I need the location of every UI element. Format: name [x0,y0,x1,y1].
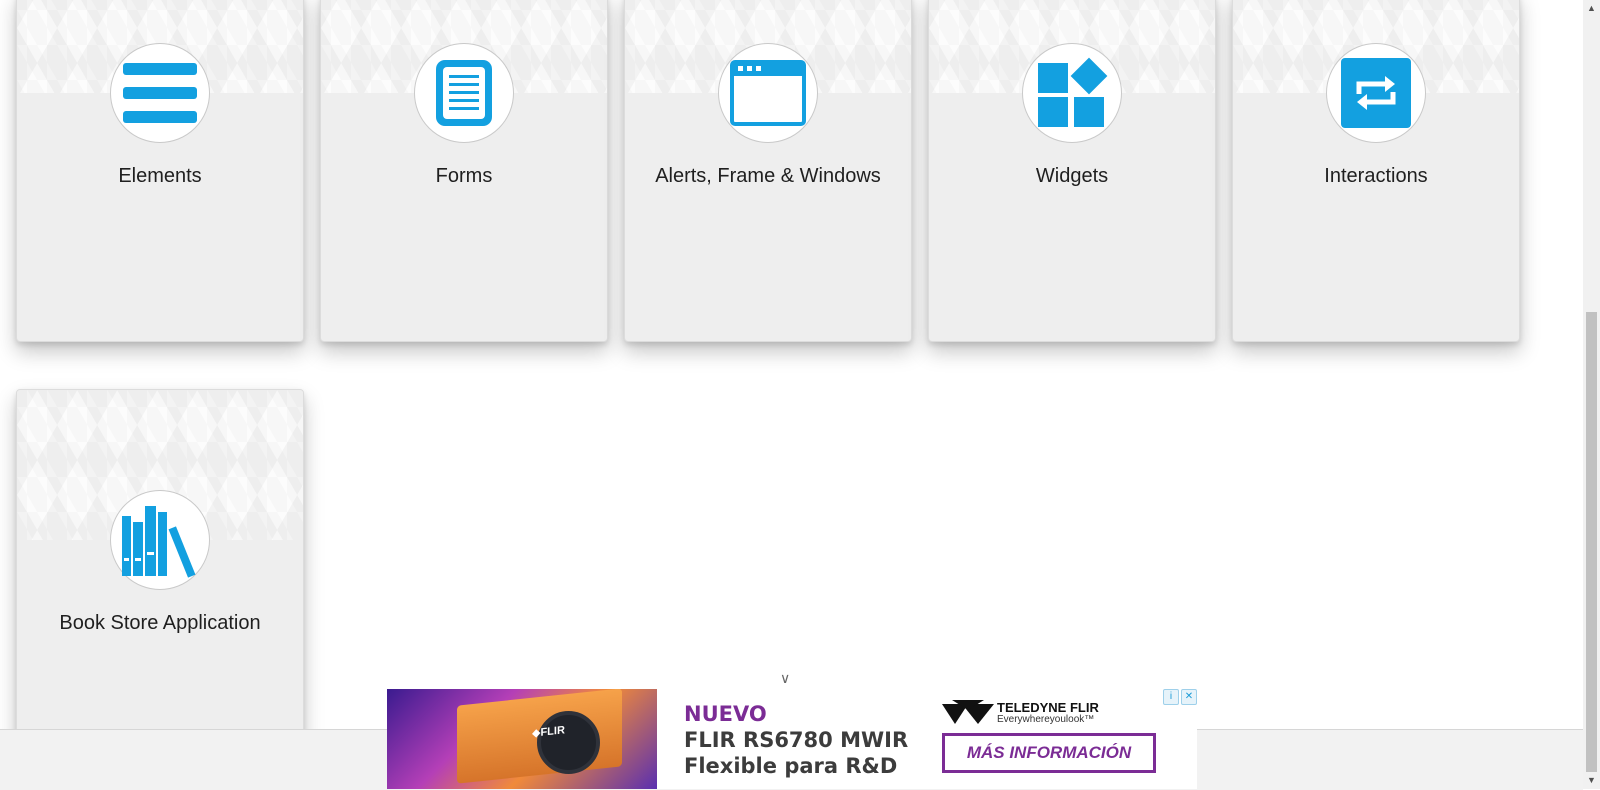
card-title: Interactions [1324,165,1428,187]
document-icon [414,43,514,143]
ad-cta-button[interactable]: MÁS INFORMACIÓN [942,733,1156,773]
card-title: Book Store Application [59,612,261,634]
vertical-scrollbar[interactable]: ▲ ▼ [1583,0,1600,789]
ad-choices: i ✕ [1163,689,1197,705]
repeat-arrows-icon [1326,43,1426,143]
books-icon [110,490,210,590]
widgets-icon [1022,43,1122,143]
scroll-down-arrow-icon[interactable]: ▼ [1583,772,1600,789]
ad-headline[interactable]: NUEVO FLIR RS6780 MWIR Flexible para R&D [684,701,908,779]
card-alerts-frame-windows[interactable]: Alerts, Frame & Windows [624,0,912,342]
camera-lens [537,711,600,774]
hamburger-menu-icon [110,43,210,143]
scrollbar-thumb[interactable] [1586,312,1597,772]
ad-line-3: Flexible para R&D [684,754,898,778]
browser-window-icon [718,43,818,143]
card-widgets[interactable]: Widgets [928,0,1216,342]
ad-close-icon[interactable]: ✕ [1181,689,1197,705]
teledyne-flir-logo[interactable]: TELEDYNE FLIR Everywhereyoulook™ [942,698,1142,728]
ad-logo-tagline: Everywhereyoulook™ [997,714,1095,725]
card-title: Forms [435,165,493,187]
card-title: Elements [118,165,202,187]
card-forms[interactable]: Forms [320,0,608,342]
ad-line-2: FLIR RS6780 MWIR [684,728,909,752]
card-interactions[interactable]: Interactions [1232,0,1520,342]
card-title: Widgets [1035,165,1109,187]
ad-collapse-chevron-icon[interactable]: ∨ [780,671,796,685]
card-title: Alerts, Frame & Windows [655,165,881,187]
ad-banner[interactable]: ◆FLIR NUEVO FLIR RS6780 MWIR Flexible pa… [387,689,1197,789]
teledyne-logo-icon [942,700,994,732]
card-elements[interactable]: Elements [16,0,304,342]
ad-line-1: NUEVO [684,702,767,726]
ad-info-icon[interactable]: i [1163,689,1179,705]
scroll-up-arrow-icon[interactable]: ▲ [1583,0,1600,17]
ad-logo-name: TELEDYNE FLIR [997,700,1099,715]
ad-camera-image[interactable]: ◆FLIR [387,689,657,789]
card-book-store-application[interactable]: Book Store Application [16,389,304,751]
